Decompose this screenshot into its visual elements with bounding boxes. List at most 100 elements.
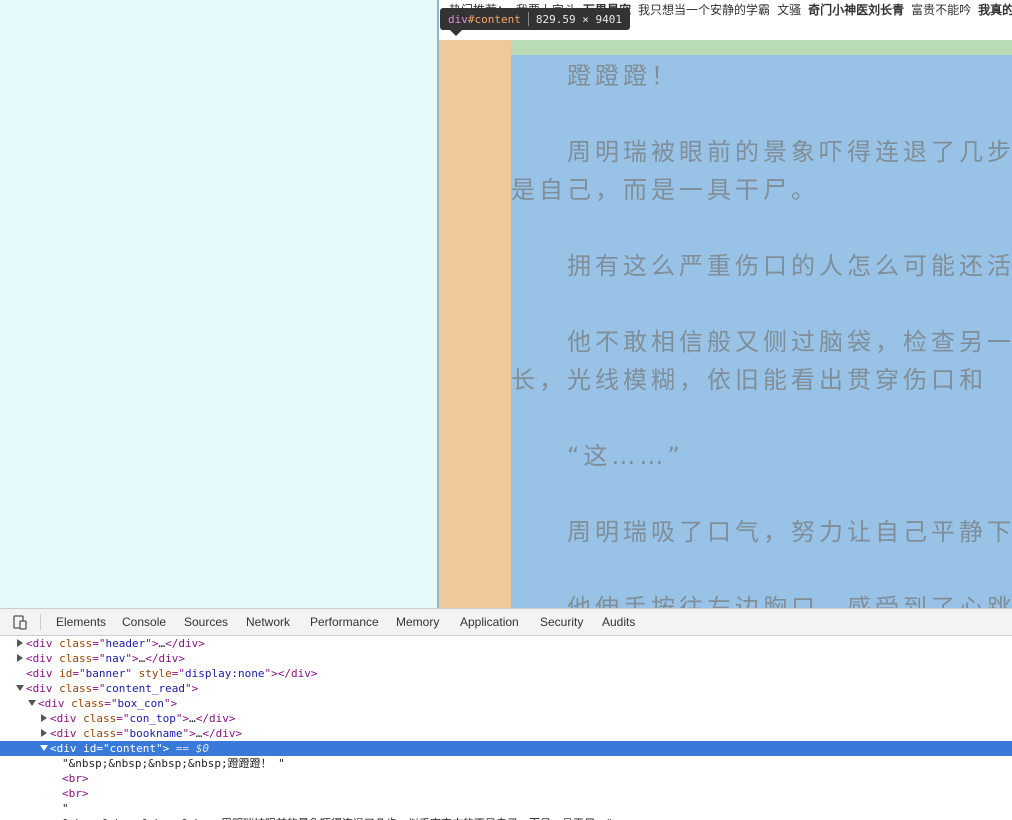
dom-token: class [76,727,117,740]
dom-token: > [228,712,236,725]
dom-token: class [76,712,117,725]
dom-token: < [38,697,45,710]
dom-token: =" [92,637,106,650]
dom-node[interactable]: <div class="header">…</div> [0,636,1012,651]
dom-token: =" [116,727,130,740]
tab-application[interactable]: Application [460,609,519,635]
hot-link[interactable]: 我只想当一个安静的学霸 [638,3,770,17]
dom-token: " [125,667,132,680]
dom-token: > [81,772,89,785]
dom-token: > [81,787,89,800]
paragraph: 周明瑞吸了口气，努力让自己平静下来 [511,518,1012,546]
dom-token: div [44,697,65,710]
expand-triangle-down-icon[interactable] [16,684,24,692]
dom-token: "> [155,742,170,755]
dom-token: div [32,667,53,680]
dom-token: div [208,712,229,725]
dom-node[interactable]: <div class="con_top">…</div> [0,711,1012,726]
dom-node[interactable]: <br> [0,786,1012,801]
dom-token: </ [165,637,179,650]
dom-token: nav [105,652,126,665]
tab-security[interactable]: Security [540,609,583,635]
hot-link[interactable]: 我真的 [978,3,1012,17]
tabs-divider [40,614,41,630]
dom-node[interactable]: "&nbsp;&nbsp;&nbsp;&nbsp;蹬蹬蹬！ " [0,756,1012,771]
dom-node[interactable]: <br> [0,771,1012,786]
expand-triangle-right-icon[interactable] [16,639,24,647]
dom-token: =" [92,682,106,695]
hot-link[interactable]: 奇门小神医刘长青 [808,3,904,17]
expand-triangle-right-icon[interactable] [40,714,48,722]
device-toolbar-icon[interactable] [12,614,28,630]
padding-highlight [511,40,1012,55]
tab-performance[interactable]: Performance [310,609,379,635]
dom-token: div [32,682,53,695]
tab-console[interactable]: Console [122,609,166,635]
dom-token: < [62,787,69,800]
hot-link[interactable]: 富贵不能吟 [911,3,971,17]
tab-memory[interactable]: Memory [396,609,439,635]
dom-token: > [178,652,185,665]
dom-token: "> [175,712,190,725]
dom-node[interactable]: <div class="bookname">…</div> [0,726,1012,741]
dom-token: … [189,712,196,725]
dom-token: =" [104,697,118,710]
dom-token: > [235,727,243,740]
dom-token: "> [182,727,196,740]
paragraph: 他伸手按往左边胸口，感受到了心跳 [511,594,1012,608]
paragraph: 蹬蹬蹬！ [511,62,679,90]
dom-token: con_top [129,712,176,725]
expand-triangle-right-icon[interactable] [40,729,48,737]
dom-token: < [26,652,33,665]
paragraph: “这……” [511,442,684,470]
dom-token: == $0 [169,742,209,755]
tab-sources[interactable]: Sources [184,609,228,635]
tooltip-arrow [450,30,462,36]
dom-token: < [50,727,57,740]
dom-token: =" [171,667,185,680]
tooltip-id: #content [467,12,521,26]
dom-token: div [290,667,311,680]
dom-token: div [56,727,77,740]
dom-token: style [132,667,172,680]
dom-token: "></ [264,667,291,680]
dom-token: content_read [105,682,185,695]
dom-token: > [198,637,205,650]
expand-triangle-right-icon[interactable] [16,654,24,662]
dom-token: br [68,772,82,785]
dom-tree[interactable]: <div class="header">…</div> <div class="n… [0,636,1012,820]
dom-token: class [64,697,105,710]
content-highlight[interactable]: 蹬蹬蹬！ 周明瑞被眼前的景象吓得连退了几步，似乎突变中的不是 是自己，而是一具干… [511,55,1012,608]
paragraph: 拥有这么严重伤口的人怎么可能还活着？ [566,252,1012,280]
dom-token: content [109,742,156,755]
dom-node[interactable]: <div class="box_con"> [0,696,1012,711]
expand-triangle-down-icon[interactable] [28,699,36,707]
hot-link[interactable]: 文骚 [777,3,801,17]
tooltip-separator [527,12,529,26]
dom-token: div [56,742,77,755]
dom-token: =" [116,712,130,725]
paragraph: 他不敢相信般又侧过脑袋，检查另一边太阳穴，那里的伤口 [566,328,1012,356]
dom-token: </ [145,652,159,665]
dom-node[interactable]: &nbsp;&nbsp;&nbsp;&nbsp;周明瑞被眼前的景象吓得连退了几步… [0,816,1012,820]
dom-token: class [52,652,93,665]
dom-token: br [68,787,82,800]
dom-token: =" [72,667,86,680]
expand-triangle-down-icon[interactable] [40,744,48,752]
devtools-panel: Elements Console Sources Network Performance… [0,608,1012,820]
paragraph: 是自己，而是一具干尸。 [511,176,819,204]
dom-token: id [76,742,97,755]
dom-token: div [56,712,77,725]
dom-token: "> [125,652,139,665]
tab-audits[interactable]: Audits [602,609,635,635]
dom-node-selected[interactable]: <div id="content"> == $0 [0,741,1012,756]
dom-node[interactable]: <div class="nav">…</div> [0,651,1012,666]
tab-elements[interactable]: Elements [56,609,106,635]
dom-node[interactable]: " [0,801,1012,816]
dom-node[interactable]: <div id="banner" style="display:none"></… [0,666,1012,681]
tab-network[interactable]: Network [246,609,290,635]
dom-node[interactable]: <div class="content_read"> [0,681,1012,696]
dom-token: "&nbsp;&nbsp;&nbsp;&nbsp;蹬蹬蹬！ " [62,757,285,770]
dom-token: banner [85,667,126,680]
dom-token: class [52,682,93,695]
